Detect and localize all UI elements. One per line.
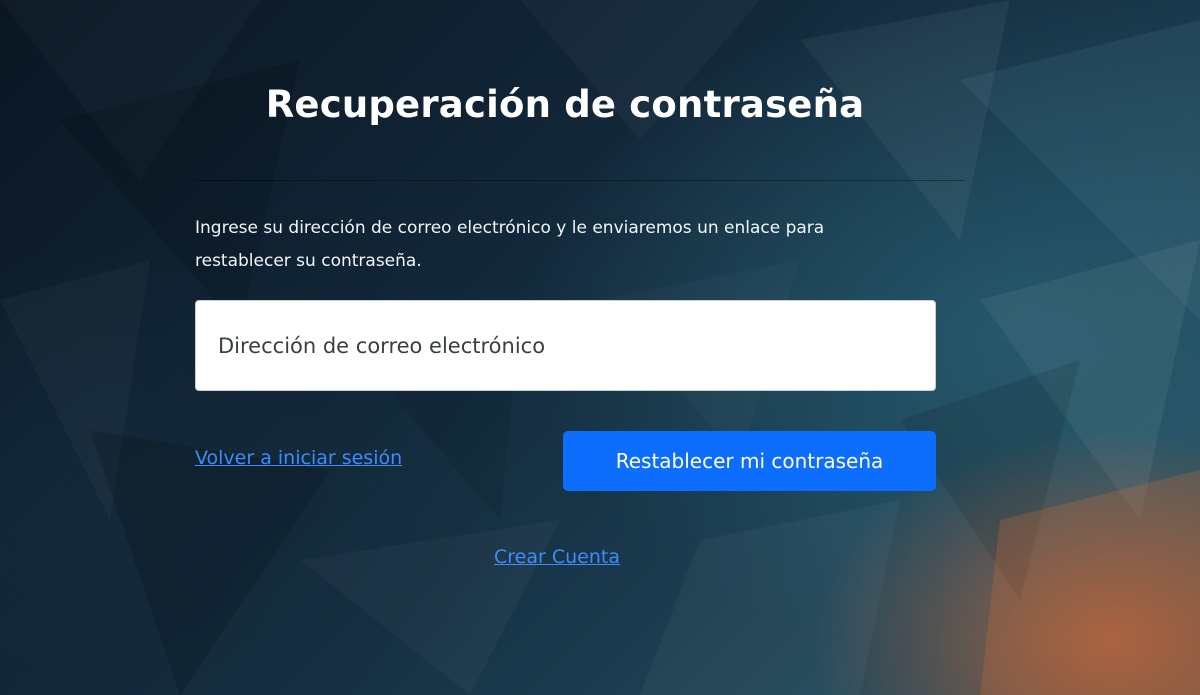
email-input[interactable] xyxy=(195,300,936,391)
reset-password-button[interactable]: Restablecer mi contraseña xyxy=(563,431,936,491)
page-title: Recuperación de contraseña xyxy=(265,83,865,126)
create-account-link[interactable]: Crear Cuenta xyxy=(494,546,620,568)
instructions-text: Ingrese su dirección de correo electróni… xyxy=(195,218,825,271)
back-to-login-link[interactable]: Volver a iniciar sesión xyxy=(195,447,402,469)
title-divider xyxy=(195,180,965,181)
password-recovery-card: Recuperación de contraseña Ingrese su di… xyxy=(195,70,965,568)
